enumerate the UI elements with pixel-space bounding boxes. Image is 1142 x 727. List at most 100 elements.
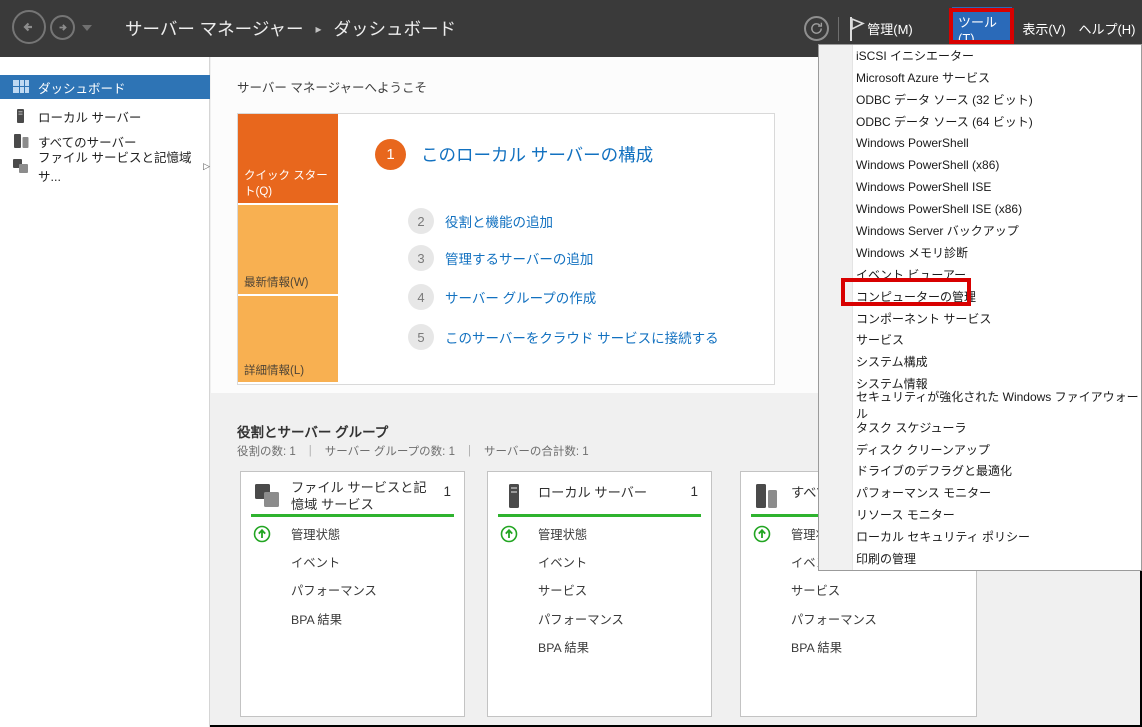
tab-learn-more[interactable]: 詳細情報(L): [238, 296, 338, 382]
server-manager-window: サーバー マネージャー ▸ ダッシュボード 管理(M) ツール(T) 表示(V)…: [0, 0, 1142, 727]
step-link-label: 役割と機能の追加: [445, 211, 553, 231]
step-number-badge: 1: [375, 139, 406, 170]
menu-item-task-scheduler[interactable]: タスク スケジューラ: [819, 416, 1141, 438]
menu-item-system-configuration[interactable]: システム構成: [819, 351, 1141, 373]
menu-item-resource-monitor[interactable]: リソース モニター: [819, 504, 1141, 526]
card-row-events[interactable]: イベント: [488, 548, 711, 576]
step-add-servers[interactable]: 3 管理するサーバーの追加: [408, 245, 593, 271]
stat-divider: |: [468, 445, 471, 457]
row-label: BPA 結果: [791, 638, 842, 656]
row-label: 管理状態: [538, 525, 587, 543]
step-create-server-group[interactable]: 4 サーバー グループの作成: [408, 284, 596, 310]
row-label: パフォーマンス: [291, 581, 377, 599]
tray-divider: [838, 17, 839, 41]
menu-item-print-management[interactable]: 印刷の管理: [819, 547, 1141, 569]
menu-item-disk-cleanup[interactable]: ディスク クリーンアップ: [819, 438, 1141, 460]
local-server-icon: [501, 483, 527, 509]
tab-label: 詳細情報(L): [244, 362, 304, 378]
card-row-performance[interactable]: パフォーマンス: [488, 605, 711, 633]
stat-server-groups-count: サーバー グループの数: 1: [325, 443, 455, 459]
all-servers-icon: [13, 134, 29, 148]
local-server-icon: [13, 109, 29, 123]
step-link-label: サーバー グループの作成: [445, 287, 596, 307]
sidebar-item-dashboard[interactable]: ダッシュボード: [0, 75, 210, 99]
navigation-sidebar: ダッシュボード ローカル サーバー すべてのサーバー ファイル サービスと記憶域…: [0, 57, 210, 727]
menubar-manage-label: 管理(M): [867, 19, 913, 38]
sidebar-item-label: ダッシュボード: [38, 78, 126, 97]
step-link-label: 管理するサーバーの追加: [445, 248, 593, 268]
forward-arrow-icon: [55, 20, 70, 35]
menu-item-odbc-64[interactable]: ODBC データ ソース (64 ビット): [819, 111, 1141, 133]
tab-label: 最新情報(W): [244, 274, 309, 290]
step-connect-cloud-services[interactable]: 5 このサーバーをクラウド サービスに接続する: [408, 324, 719, 350]
breadcrumb-separator-icon: ▸: [315, 22, 321, 36]
sidebar-item-label: ローカル サーバー: [38, 107, 141, 126]
forward-history-caret-icon[interactable]: [82, 25, 92, 31]
tab-label: クイック スタート(Q): [244, 167, 338, 199]
menu-item-powershell-ise-x86[interactable]: Windows PowerShell ISE (x86): [819, 198, 1141, 220]
all-servers-icon: [754, 483, 780, 509]
file-storage-icon: [254, 483, 280, 509]
menu-item-powershell-ise[interactable]: Windows PowerShell ISE: [819, 176, 1141, 198]
card-row-services[interactable]: サービス: [488, 576, 711, 604]
quick-start-tabs: クイック スタート(Q) 最新情報(W) 詳細情報(L): [238, 114, 338, 384]
refresh-button[interactable]: [804, 16, 829, 41]
tab-quick-start[interactable]: クイック スタート(Q): [238, 114, 338, 205]
step-number-badge: 4: [408, 284, 434, 310]
card-count: 1: [443, 484, 451, 499]
sidebar-item-label: ファイル サービスと記憶域サ...: [38, 147, 200, 185]
card-row-manageability[interactable]: 管理状態: [241, 520, 464, 548]
manageability-up-icon: [500, 525, 518, 543]
menu-item-windows-firewall-advanced[interactable]: セキュリティが強化された Windows ファイアウォール: [819, 395, 1141, 417]
card-status-underline: [498, 514, 701, 517]
row-label: パフォーマンス: [791, 610, 877, 628]
card-row-bpa-results[interactable]: BPA 結果: [741, 633, 976, 661]
sidebar-item-local-server[interactable]: ローカル サーバー: [0, 104, 210, 128]
menu-item-powershell[interactable]: Windows PowerShell: [819, 132, 1141, 154]
row-label: BPA 結果: [538, 638, 589, 656]
back-button[interactable]: [12, 10, 46, 44]
menu-item-odbc-32[interactable]: ODBC データ ソース (32 ビット): [819, 89, 1141, 111]
stat-servers-total-count: サーバーの合計数: 1: [484, 443, 589, 459]
sidebar-item-file-storage-services[interactable]: ファイル サービスと記憶域サ... ▷: [0, 154, 210, 178]
card-count: 1: [690, 484, 698, 499]
menu-item-microsoft-azure-services[interactable]: Microsoft Azure サービス: [819, 67, 1141, 89]
tab-whats-new[interactable]: 最新情報(W): [238, 205, 338, 296]
menu-item-iscsi-initiator[interactable]: iSCSI イニシエーター: [819, 45, 1141, 67]
menu-item-local-security-policy[interactable]: ローカル セキュリティ ポリシー: [819, 526, 1141, 548]
step-number-badge: 2: [408, 208, 434, 234]
menu-item-services[interactable]: サービス: [819, 329, 1141, 351]
card-row-manageability[interactable]: 管理状態: [488, 520, 711, 548]
menu-item-component-services[interactable]: コンポーネント サービス: [819, 307, 1141, 329]
menu-item-computer-management[interactable]: コンピューターの管理: [819, 285, 1141, 307]
menubar-help-label: ヘルプ(H): [1078, 19, 1135, 38]
card-row-performance[interactable]: パフォーマンス: [741, 605, 976, 633]
step-add-roles-features[interactable]: 2 役割と機能の追加: [408, 208, 553, 234]
welcome-heading: サーバー マネージャーへようこそ: [237, 77, 427, 96]
card-row-performance[interactable]: パフォーマンス: [241, 576, 464, 604]
menu-item-powershell-x86[interactable]: Windows PowerShell (x86): [819, 154, 1141, 176]
menu-item-memory-diagnostics[interactable]: Windows メモリ診断: [819, 242, 1141, 264]
menu-item-event-viewer[interactable]: イベント ビューアー: [819, 263, 1141, 285]
roles-stats: 役割の数: 1 | サーバー グループの数: 1 | サーバーの合計数: 1: [237, 443, 589, 459]
card-title[interactable]: ローカル サーバー: [538, 484, 683, 501]
step-configure-local-server[interactable]: 1 このローカル サーバーの構成: [375, 139, 653, 170]
card-row-services[interactable]: サービス: [741, 576, 976, 604]
quick-start-panel: クイック スタート(Q) 最新情報(W) 詳細情報(L) 1 このローカル サー…: [237, 113, 775, 385]
row-label: サービス: [791, 581, 840, 599]
card-row-bpa-results[interactable]: BPA 結果: [488, 633, 711, 661]
forward-button[interactable]: [50, 15, 75, 40]
menu-item-windows-server-backup[interactable]: Windows Server バックアップ: [819, 220, 1141, 242]
row-label: 管理状態: [291, 525, 340, 543]
menu-item-performance-monitor[interactable]: パフォーマンス モニター: [819, 482, 1141, 504]
submenu-arrow-icon[interactable]: ▷: [203, 161, 210, 172]
card-row-bpa-results[interactable]: BPA 結果: [241, 605, 464, 633]
roles-section-heading: 役割とサーバー グループ: [237, 421, 388, 441]
card-row-events[interactable]: イベント: [241, 548, 464, 576]
step-number-badge: 5: [408, 324, 434, 350]
breadcrumb: サーバー マネージャー ▸ ダッシュボード: [125, 0, 456, 57]
row-label: BPA 結果: [291, 610, 342, 628]
manageability-up-icon: [753, 525, 771, 543]
menu-item-defragment-optimize-drives[interactable]: ドライブのデフラグと最適化: [819, 460, 1141, 482]
card-title[interactable]: ファイル サービスと記憶域 サービス: [291, 479, 436, 513]
